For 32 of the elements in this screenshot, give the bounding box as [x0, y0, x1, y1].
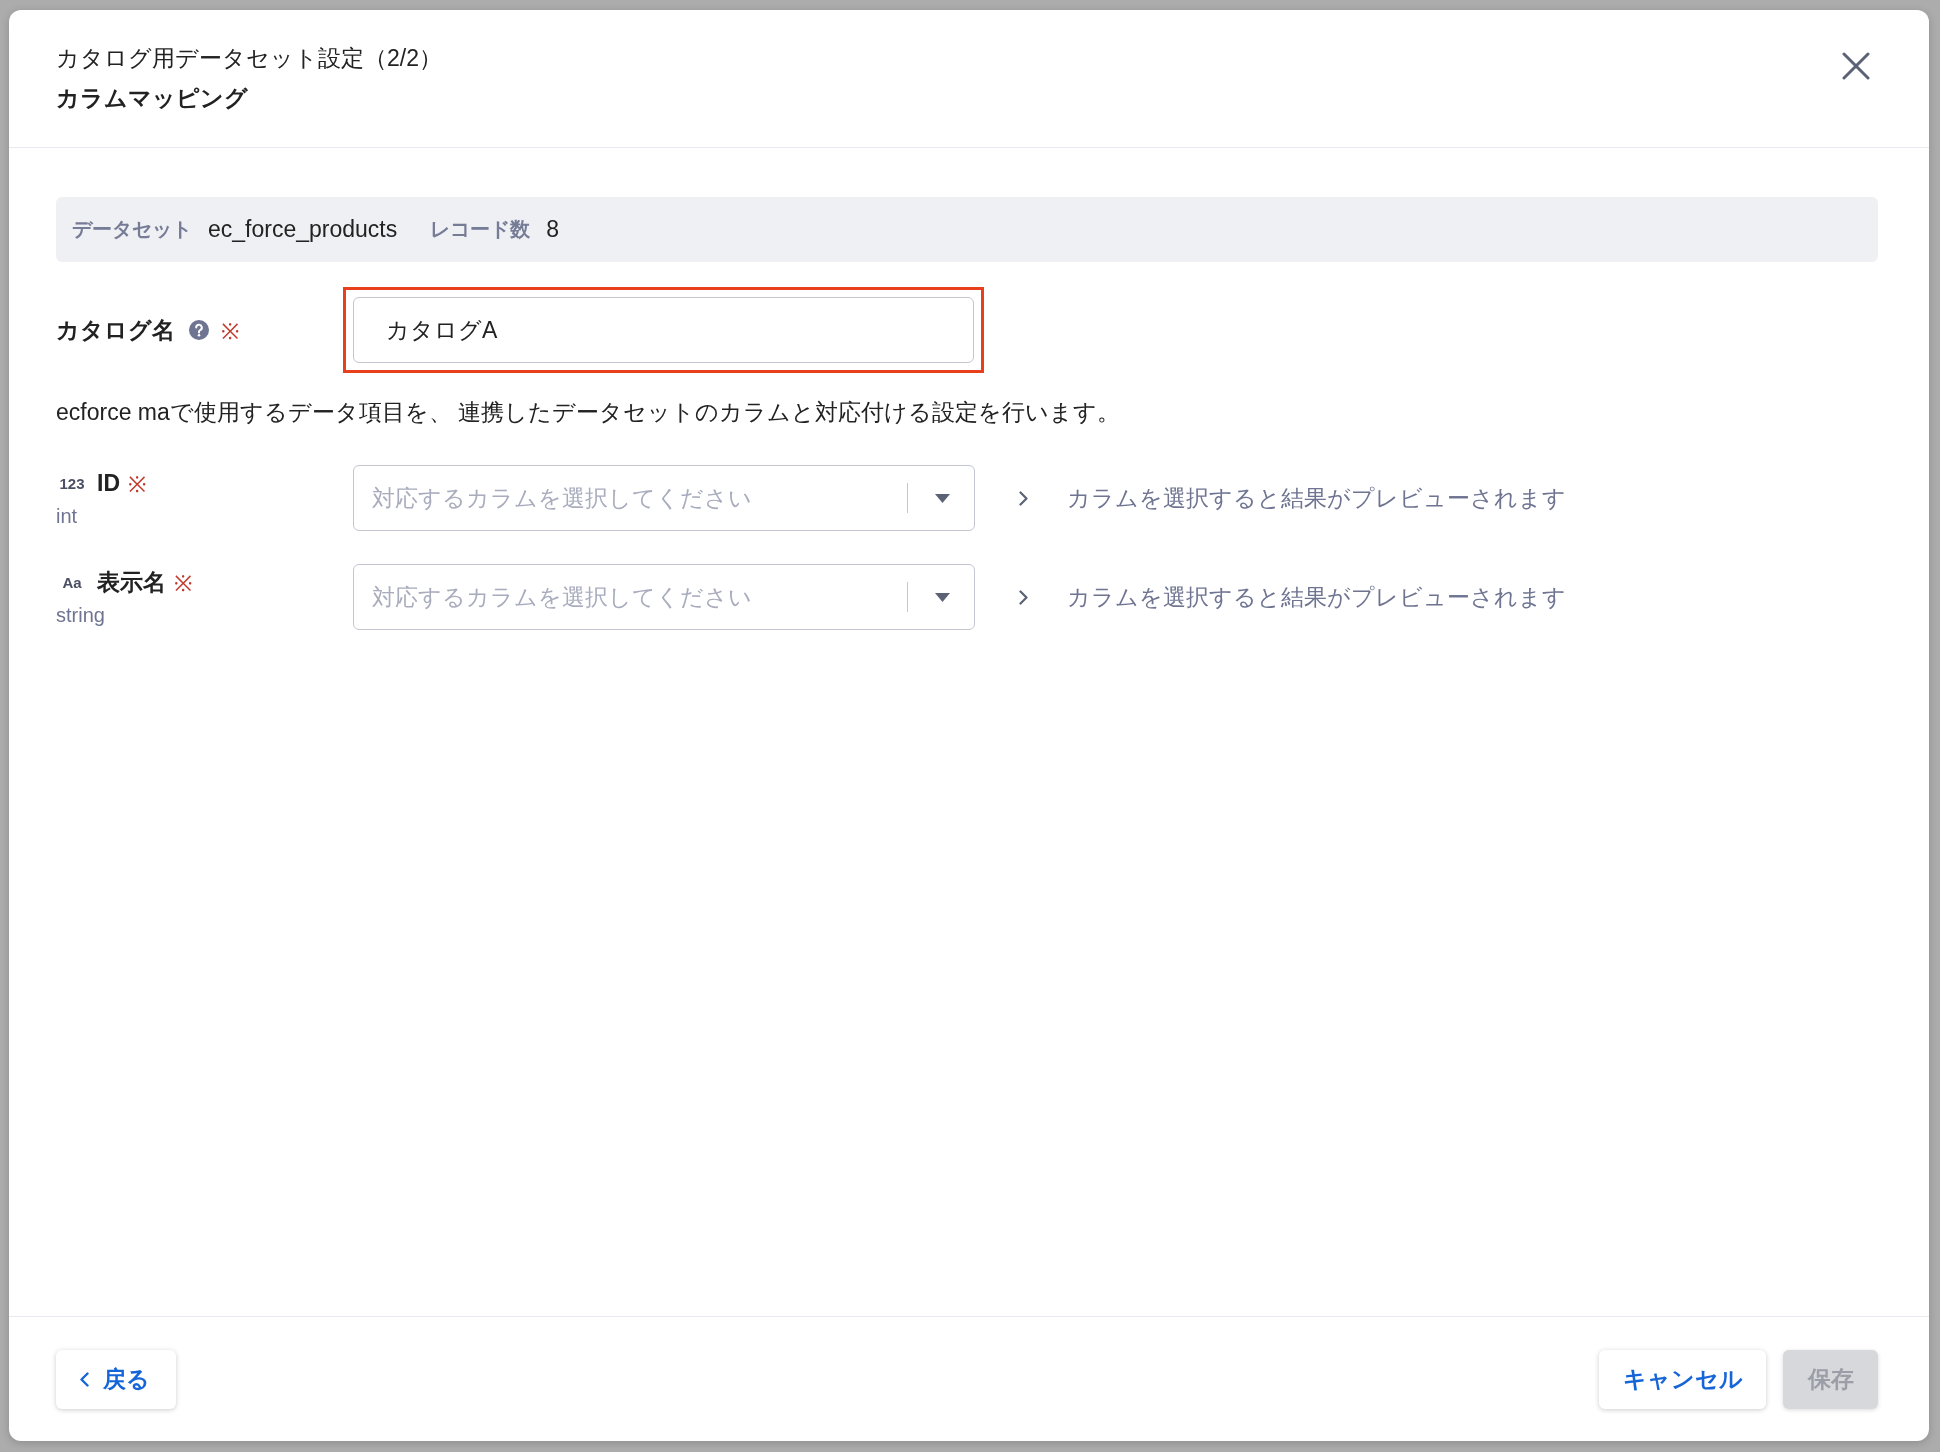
- close-icon: [1842, 52, 1870, 80]
- chevron-right-icon: [1019, 490, 1028, 506]
- required-mark: ※: [174, 570, 192, 597]
- close-button[interactable]: [1842, 52, 1870, 80]
- required-mark: ※: [128, 471, 146, 498]
- preview-text: カラムを選択すると結果がプレビューされます: [1067, 582, 1566, 612]
- info-value: 8: [546, 216, 560, 243]
- column-select[interactable]: 対応するカラムを選択してください: [353, 465, 975, 531]
- type-symbol: 123: [58, 474, 86, 492]
- chevron-right-icon: [1019, 589, 1028, 605]
- caret-icon: [935, 593, 950, 602]
- type-symbol: Aa: [61, 573, 83, 591]
- info-label: レコード数: [430, 217, 531, 242]
- dialog-subtitle: カラムマッピング: [56, 84, 248, 113]
- description-text: ecforce maで使用するデータ項目を、 連携したデータセットのカラムと対応付ける設定を行います。: [56, 398, 1121, 427]
- info-value: ec_force_products: [208, 216, 398, 243]
- chevron-left-icon: [80, 1372, 89, 1387]
- field-label: カタログ名: [56, 315, 175, 345]
- field-type: int: [56, 504, 78, 529]
- preview-text: カラムを選択すると結果がプレビューされます: [1067, 483, 1566, 513]
- back-button[interactable]: 戻る: [56, 1350, 176, 1409]
- cancel-button[interactable]: キャンセル: [1599, 1350, 1766, 1409]
- column-select[interactable]: 対応するカラムを選択してください: [353, 564, 975, 630]
- field-name: ID: [97, 469, 120, 497]
- field-type: string: [56, 603, 105, 628]
- dialog-title: カタログ用データセット設定（2/2）: [56, 44, 442, 73]
- field-name: 表示名: [97, 567, 166, 597]
- help-icon: [189, 320, 209, 340]
- caret-icon: [935, 494, 950, 503]
- required-mark: ※: [221, 318, 239, 345]
- catalog-name-input[interactable]: カタログA: [353, 297, 974, 363]
- info-label: データセット: [72, 217, 192, 242]
